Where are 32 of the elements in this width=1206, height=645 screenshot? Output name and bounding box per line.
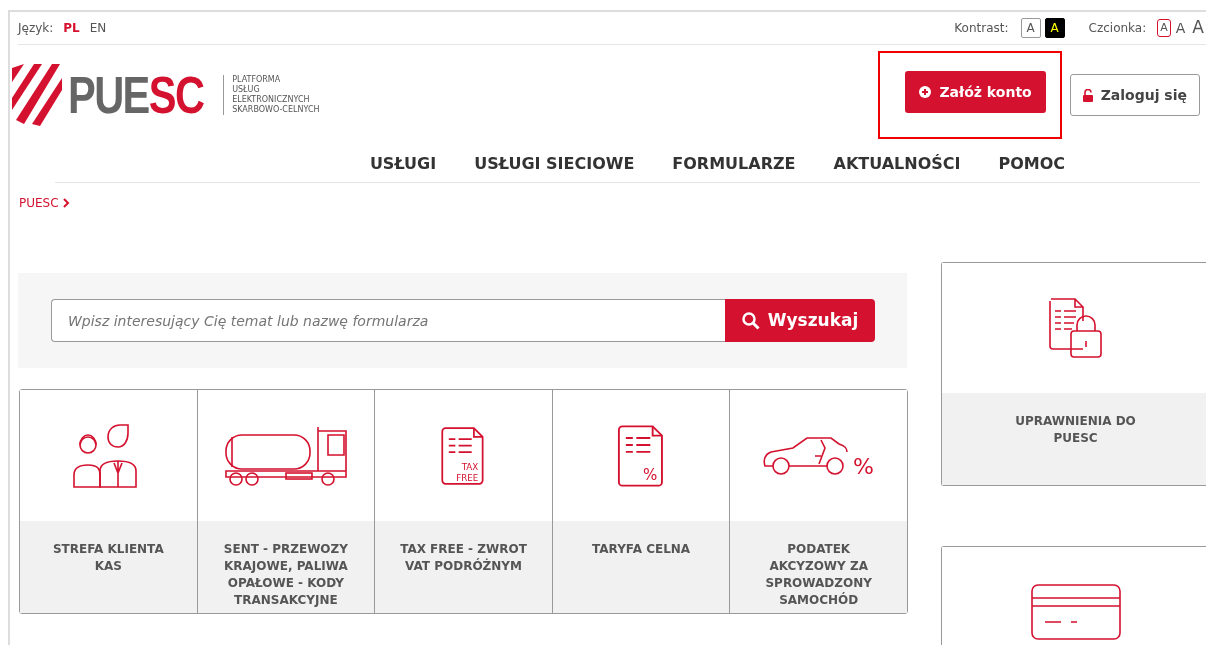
- payment-card-icon: [1030, 584, 1121, 640]
- create-account-button[interactable]: Załóż konto: [905, 71, 1046, 113]
- service-tile[interactable]: [941, 546, 1206, 645]
- nav-link[interactable]: USŁUGI: [369, 151, 437, 176]
- search-icon: [741, 311, 760, 330]
- padlock-icon: [1082, 88, 1093, 102]
- logo-stripes-icon: [12, 64, 62, 126]
- nav-link[interactable]: FORMULARZE: [672, 151, 796, 176]
- plus-circle-icon: [919, 86, 932, 98]
- service-tile[interactable]: UPRAWNIENIA DO PUESC: [941, 262, 1206, 486]
- font-size-button[interactable]: A: [1190, 15, 1206, 41]
- breadcrumb-link[interactable]: PUESC: [19, 194, 59, 212]
- contrast-button[interactable]: A: [1020, 18, 1041, 38]
- language-label: Język:: [18, 20, 54, 37]
- tanker-truck-icon: [223, 424, 348, 487]
- search-field[interactable]: Wpisz interesujący Cię temat lub nazwę formularza: [51, 299, 725, 342]
- font-size-button[interactable]: A: [1173, 17, 1188, 39]
- language-link[interactable]: PL: [63, 19, 80, 37]
- nav-link[interactable]: POMOC: [998, 151, 1066, 176]
- logo-wordmark: PUESC: [68, 69, 204, 121]
- search-button[interactable]: Wyszukaj: [725, 299, 875, 342]
- locked-document-icon: [1046, 297, 1105, 359]
- nav-link[interactable]: USŁUGI SIECIOWE: [474, 151, 635, 176]
- language-link[interactable]: EN: [89, 19, 107, 37]
- font-size-button[interactable]: A: [1157, 18, 1171, 38]
- contrast-label: Kontrast:: [954, 20, 1009, 37]
- chevron-right-icon: [62, 198, 70, 208]
- logo-tagline: PLATFORMA USŁUG ELEKTRONICZNYCH SKARBOWO-CELNYCH: [223, 75, 320, 115]
- nav-link[interactable]: AKTUALNOŚCI: [833, 151, 961, 176]
- font-size-label: Czcionka:: [1088, 20, 1147, 37]
- login-button[interactable]: Zaloguj się: [1069, 74, 1200, 116]
- contrast-button[interactable]: A: [1044, 18, 1065, 38]
